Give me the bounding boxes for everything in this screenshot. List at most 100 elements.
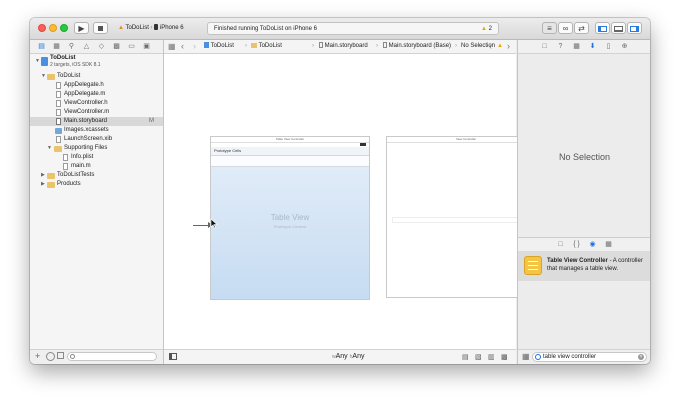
next-issue-button[interactable]: › [507,40,510,53]
table-view-controller-scene[interactable]: Table View Controller Prototype Cells Ta… [210,136,370,300]
crumb-label: Main.storyboard [324,43,368,49]
prototype-cells-label: Prototype Cells [214,148,242,153]
minimize-button[interactable] [49,24,57,32]
report-icon[interactable]: ▣ [142,42,151,51]
folder-icon [54,146,62,152]
connections-inspector-icon[interactable]: ⊕ [620,42,629,51]
document-outline-toggle[interactable] [169,353,177,360]
size-inspector-icon[interactable]: ▯ [604,42,613,51]
source-file-icon [63,163,68,170]
table-view[interactable]: Prototype Cells Table View Prototype Con… [211,147,369,299]
stop-button[interactable] [93,22,108,34]
object-library-icon[interactable]: ◉ [588,240,597,249]
disclosure-open-icon: ▼ [41,73,46,79]
storyboard-file-icon [383,42,387,48]
breakpoint-icon[interactable]: ▭ [127,42,136,51]
toggle-debug-button[interactable] [611,22,626,34]
back-button[interactable]: ‹ [181,40,184,53]
crumb-localization[interactable]: Main.storyboard (Base) [383,40,451,53]
previous-issue-button[interactable]: ‹ [489,40,492,53]
right-panel-icon [630,26,639,32]
standard-editor-button[interactable]: ≡ [542,22,557,34]
filter-field[interactable] [67,352,157,361]
storyboard-editor: ▦ ‹ › ToDoList › ToDoList › Main.storybo… [164,40,546,364]
folder-icon[interactable]: ▤ [37,42,46,51]
file-main-m[interactable]: main.m [30,162,163,171]
file-appdelegate-m[interactable]: AppDelegate.m [30,90,163,99]
size-class-control[interactable]: wAny hAny [332,350,364,364]
height-value: Any [352,353,365,360]
add-icon[interactable]: + [35,351,40,361]
group-todolisttests[interactable]: ▶ ToDoListTests [30,171,163,180]
folder-icon [47,74,55,80]
debug-icon[interactable]: ▩ [112,42,121,51]
warning-icon[interactable]: ▲ [497,40,503,53]
library-tabs: □ { } ◉ ▦ [518,237,650,252]
storyboard-canvas[interactable]: Table View Controller Prototype Cells Ta… [164,54,546,350]
file-label: Images.xcassets [64,127,109,133]
toolbar: ▶ ▲ ToDoList › iPhone 6 Finished running… [30,18,650,40]
library-item-table-view-controller[interactable]: Table View Controller - A controller tha… [518,251,650,281]
run-button[interactable]: ▶ [74,22,89,34]
media-library-icon[interactable]: ▦ [604,240,613,249]
file-images-xcassets[interactable]: Images.xcassets [30,126,163,135]
file-launchscreen-xib[interactable]: LaunchScreen.xib [30,135,163,144]
scm-filter-icon[interactable] [57,352,64,359]
issue-icon[interactable]: △ [82,42,91,51]
pin-icon[interactable]: ▧ [475,353,482,361]
symbol-icon[interactable]: ▦ [52,42,61,51]
file-label: main.m [71,163,91,169]
play-icon: ▶ [78,24,85,33]
crumb-group[interactable]: ToDoList [251,40,282,53]
resolve-issues-icon[interactable]: ▥ [488,353,495,361]
related-items-icon[interactable]: ▦ [168,40,176,53]
crumb-label: ToDoList [210,43,234,49]
help-inspector-icon[interactable]: ? [556,42,565,51]
warning-indicator[interactable]: ▲ 2 [481,23,492,35]
library-filter-field[interactable]: table view controller × [532,352,647,362]
file-info-plist[interactable]: Info.plist [30,153,163,162]
code-snippet-icon[interactable]: { } [572,240,581,249]
arrows-icon: ⇄ [578,24,585,33]
file-main-storyboard[interactable]: Main.storyboard M [30,117,163,126]
file-viewcontroller-m[interactable]: ViewController.m [30,108,163,117]
clear-filter-icon[interactable]: × [638,354,644,360]
version-editor-button[interactable]: ⇄ [574,22,589,34]
lines-icon: ≡ [547,24,552,33]
forward-button[interactable]: › [193,40,196,53]
resizing-behavior-icon[interactable]: ▩ [501,353,508,361]
assistant-editor-button[interactable]: ∞ [558,22,573,34]
search-icon[interactable]: ⚲ [67,42,76,51]
crumb-project[interactable]: ToDoList [204,40,234,53]
toggle-utilities-button[interactable] [627,22,642,34]
test-icon[interactable]: ◇ [97,42,106,51]
crumb-file[interactable]: Main.storyboard [319,40,368,53]
recent-files-icon[interactable] [46,352,55,361]
disclosure-closed-icon: ▶ [41,181,45,187]
file-appdelegate-h[interactable]: AppDelegate.h [30,81,163,90]
group-products[interactable]: ▶ Products [30,180,163,189]
scheme-device: iPhone 6 [159,25,184,31]
prototype-cell[interactable] [211,156,369,167]
file-viewcontroller-h[interactable]: ViewController.h [30,99,163,108]
toggle-navigator-button[interactable] [595,22,610,34]
file-inspector-icon[interactable]: □ [540,42,549,51]
group-todolist[interactable]: ▼ ToDoList [30,72,163,81]
group-supporting-files[interactable]: ▼ Supporting Files [30,144,163,153]
file-label: AppDelegate.h [64,82,104,88]
file-template-icon[interactable]: □ [556,240,565,249]
grid-view-icon[interactable]: ▦ [522,352,530,361]
plist-file-icon [63,154,68,161]
attributes-inspector-icon[interactable]: ⬇ [588,42,597,51]
project-row[interactable]: ▼ ToDoList 2 targets, iOS SDK 8.1 [30,55,163,72]
align-icon[interactable]: ▤ [462,353,469,361]
file-label: AppDelegate.m [64,91,106,97]
identity-inspector-icon[interactable]: ▦ [572,42,581,51]
disclosure-open-icon: ▼ [47,145,52,151]
zoom-button[interactable] [60,24,68,32]
editor-bottom-bar: wAny hAny ▤ ▧ ▥ ▩ [164,349,516,364]
library-item-title: Table View Controller [547,258,608,264]
project-icon [204,42,209,48]
close-button[interactable] [38,24,46,32]
scheme-selector[interactable]: ▲ ToDoList › iPhone 6 [118,23,184,33]
